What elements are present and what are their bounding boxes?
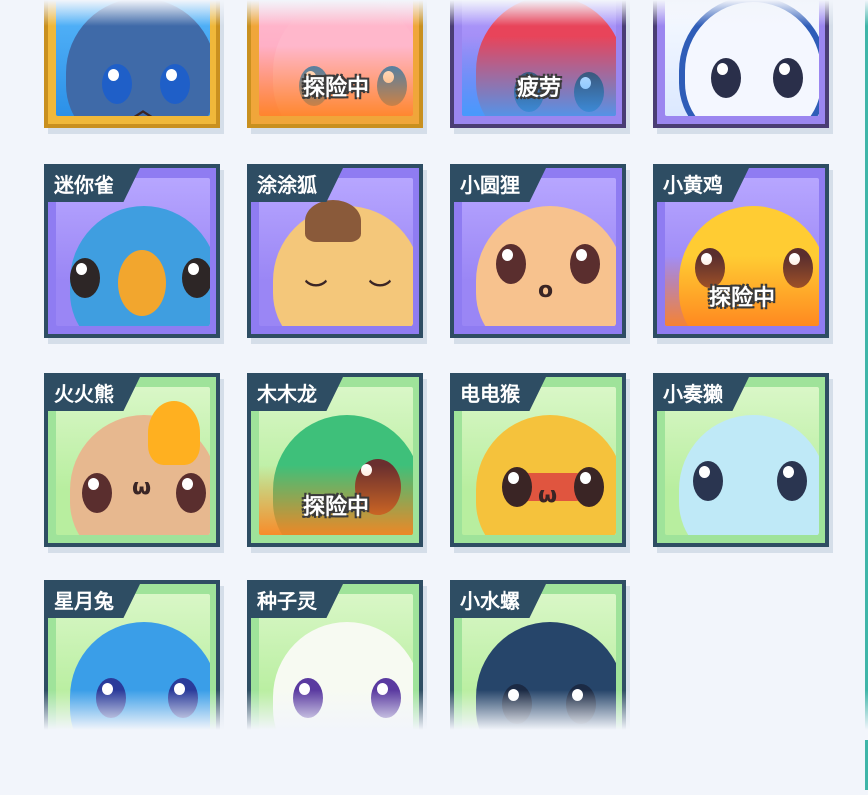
pet-status: 探险中 bbox=[708, 286, 775, 311]
pet-eye-left: ︶ bbox=[305, 280, 328, 305]
pet-card-fire-bear[interactable]: 火火熊 ω bbox=[44, 373, 220, 547]
pet-eye-right bbox=[570, 244, 600, 284]
pet-status: 探险中 bbox=[302, 495, 369, 520]
pet-eye-right bbox=[574, 467, 604, 507]
pet-eye-right bbox=[182, 258, 210, 298]
pet-beak bbox=[118, 250, 166, 316]
pet-eye-left bbox=[496, 244, 526, 284]
pet-card-mini-sparrow[interactable]: 迷你雀 bbox=[44, 164, 220, 338]
pet-mouth: ω bbox=[538, 483, 558, 508]
pet-eye-right bbox=[176, 473, 206, 513]
pet-eye-left bbox=[82, 473, 112, 513]
scroll-fade-top bbox=[0, 0, 868, 26]
scroll-fade-bottom bbox=[0, 690, 868, 740]
pet-eye-left bbox=[711, 58, 741, 98]
pet-card-wood-dragon[interactable]: 木木龙 探险中 bbox=[247, 373, 423, 547]
pet-status: 探险中 bbox=[302, 76, 369, 101]
pet-card-yellow-chick[interactable]: 小黄鸡 探险中 bbox=[653, 164, 829, 338]
pet-card-round-raccoon[interactable]: 小圆狸 o bbox=[450, 164, 626, 338]
pet-eye-right bbox=[777, 461, 807, 501]
pet-status: 疲劳 bbox=[516, 76, 561, 101]
pet-flame bbox=[148, 401, 200, 465]
pet-eye-left bbox=[70, 258, 100, 298]
pet-grid: ︿ 探险中 疲劳 迷你雀 涂涂狐 ︶ ︶ 小圆狸 o 小黄鸡 探险中 火火熊 ω… bbox=[0, 0, 868, 790]
pet-card-electric-monkey[interactable]: 电电猴 ω bbox=[450, 373, 626, 547]
page-bottom bbox=[0, 735, 860, 795]
pet-card-xiaozou-otter[interactable]: 小奏獭 bbox=[653, 373, 829, 547]
pet-eye-right bbox=[160, 64, 190, 104]
pet-eye-left bbox=[693, 461, 723, 501]
pet-mouth: o bbox=[538, 278, 554, 303]
pet-eye-right bbox=[773, 58, 803, 98]
pet-eye-right: ︶ bbox=[369, 280, 392, 305]
pet-mouth: ︿ bbox=[132, 98, 155, 116]
pet-hair bbox=[305, 200, 361, 242]
pet-mouth: ω bbox=[132, 475, 152, 500]
pet-eye-left bbox=[102, 64, 132, 104]
pet-card-tutu-fox[interactable]: 涂涂狐 ︶ ︶ bbox=[247, 164, 423, 338]
pet-eye-left bbox=[502, 467, 532, 507]
